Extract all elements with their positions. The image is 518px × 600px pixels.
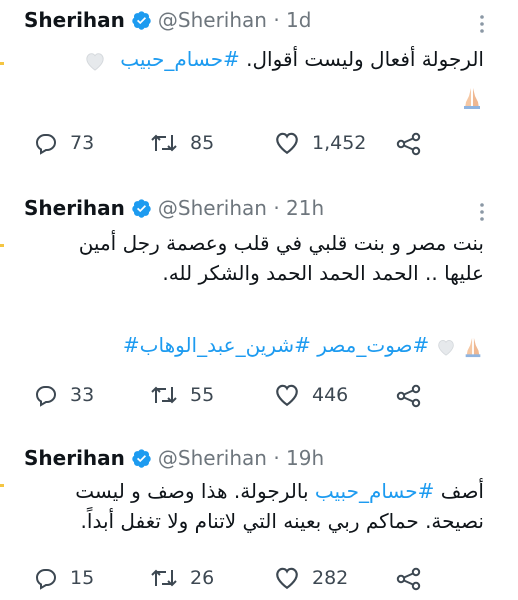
text-segment: بالرجولة. هذا وصف و ليست	[75, 479, 315, 503]
retweet-count: 26	[190, 567, 215, 589]
retweet-icon	[151, 569, 177, 587]
tweet-timestamp[interactable]: 1d	[286, 8, 311, 32]
tweet-text-line-1: بنت مصر و بنت قلبي في قلب وعصمة رجل أمين	[78, 231, 484, 255]
separator-dot: ·	[266, 196, 287, 220]
retweet-icon	[151, 134, 177, 152]
share-icon[interactable]	[396, 567, 422, 595]
reply-icon	[35, 386, 57, 407]
author-handle[interactable]: @Sherihan	[158, 8, 267, 32]
retweet-button[interactable]: 26	[150, 566, 214, 590]
reply-count: 15	[70, 567, 95, 589]
like-button[interactable]: 1,452	[274, 131, 366, 155]
heart-emoji	[86, 52, 104, 71]
author-handle[interactable]: @Sherihan	[158, 446, 267, 470]
hashtag-link[interactable]: #حسام_حبيب	[120, 47, 240, 71]
reply-icon	[35, 134, 57, 155]
like-button[interactable]: 446	[274, 383, 348, 407]
separator-dot: ·	[266, 8, 287, 32]
retweet-count: 85	[190, 132, 215, 154]
retweet-button[interactable]: 55	[150, 383, 214, 407]
praying-hands-emoji	[460, 86, 484, 114]
praying-hands-emoji	[456, 333, 484, 357]
like-icon	[276, 384, 298, 407]
like-count: 282	[312, 567, 349, 589]
tweet-text: أصف #حسام_حبيب بالرجولة. هذا وصف و ليست …	[24, 476, 484, 536]
reply-button[interactable]: 33	[34, 383, 94, 407]
tweet-text-main: الرجولة أفعال وليست أقوال.	[239, 47, 484, 71]
author-name[interactable]: Sherihan	[24, 196, 125, 220]
tweet-text-line-2: نصيحة. حماكم ربي بعينه التي لاتنام ولا ت…	[80, 509, 484, 533]
hashtag-link[interactable]: #حسام_حبيب	[315, 479, 435, 503]
tweet-header: Sherihan @Sherihan · 1d	[24, 8, 311, 32]
like-icon	[276, 132, 298, 155]
reply-button[interactable]: 73	[34, 131, 94, 155]
reply-icon	[35, 569, 57, 590]
tweet-2: Sherihan @Sherihan · 21h بنت مصر و بنت ق…	[0, 180, 518, 420]
text-segment: أصف	[434, 479, 484, 503]
like-count: 1,452	[312, 132, 367, 154]
tweet-timestamp[interactable]: 21h	[286, 196, 324, 220]
share-icon[interactable]	[396, 384, 422, 412]
author-handle[interactable]: @Sherihan	[158, 196, 267, 220]
hashtag-link[interactable]: #صوت_مصر #شرين_عبد_الوهاب#	[123, 333, 429, 357]
heart-emoji	[429, 333, 455, 357]
reply-button[interactable]: 15	[34, 566, 94, 590]
tweet-1: Sherihan @Sherihan · 1d الرجولة أفعال ول…	[0, 0, 518, 170]
tweet-text-line-2: عليها .. الحمد الحمد الحمد والشكر لله.	[162, 261, 484, 285]
retweet-button[interactable]: 85	[150, 131, 214, 155]
verified-badge-icon	[132, 10, 151, 30]
author-name[interactable]: Sherihan	[24, 446, 125, 470]
author-name[interactable]: Sherihan	[24, 8, 125, 32]
tweet-text: بنت مصر و بنت قلبي في قلب وعصمة رجل أمين…	[24, 228, 484, 288]
tweet-3: Sherihan @Sherihan · 19h أصف #حسام_حبيب …	[0, 428, 518, 600]
edge-mark	[0, 62, 4, 65]
tweet-timestamp[interactable]: 19h	[286, 446, 324, 470]
like-icon	[276, 567, 298, 590]
verified-badge-icon	[132, 198, 151, 218]
reply-count: 73	[70, 132, 95, 154]
separator-dot: ·	[266, 446, 287, 470]
tweet-text-line-1: أصف #حسام_حبيب بالرجولة. هذا وصف و ليست	[24, 476, 484, 506]
like-button[interactable]: 282	[274, 566, 348, 590]
tweet-header: Sherihan @Sherihan · 21h	[24, 196, 324, 220]
tweet-header: Sherihan @Sherihan · 19h	[24, 446, 324, 470]
tweet-text: الرجولة أفعال وليست أقوال. #حسام_حبيب	[24, 44, 484, 74]
more-icon[interactable]	[472, 202, 492, 222]
more-icon[interactable]	[472, 14, 492, 34]
verified-badge-icon	[132, 448, 151, 468]
tweet-hashtags-line: #صوت_مصر #شرين_عبد_الوهاب#	[24, 330, 484, 360]
reply-count: 33	[70, 384, 95, 406]
retweet-count: 55	[190, 384, 215, 406]
like-count: 446	[312, 384, 349, 406]
share-icon[interactable]	[396, 132, 422, 160]
retweet-icon	[151, 386, 177, 404]
